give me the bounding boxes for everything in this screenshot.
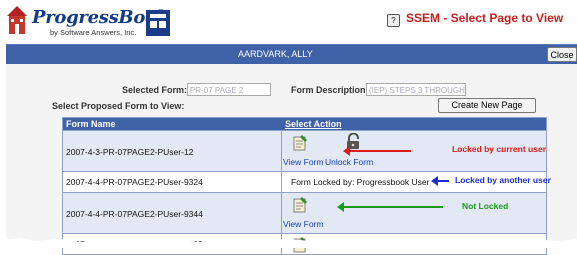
view-form-link[interactable]: View Form bbox=[283, 219, 323, 229]
logo-subtitle: by Software Answers, Inc. bbox=[50, 28, 137, 37]
column-divider bbox=[281, 172, 282, 192]
student-name: AARDVARK, ALLY bbox=[238, 49, 313, 59]
select-proposed-label: Select Proposed Form to View: bbox=[52, 101, 185, 111]
book-icon bbox=[146, 10, 170, 36]
column-divider bbox=[281, 131, 282, 171]
annotation-locked-current: Locked by current user bbox=[452, 144, 547, 154]
create-new-page-button[interactable]: Create New Page bbox=[438, 98, 536, 113]
annotation-locked-another: Locked by another user bbox=[455, 175, 551, 185]
annotation-arrow-blue bbox=[431, 176, 449, 186]
document-edit-icon[interactable] bbox=[293, 134, 308, 151]
column-divider bbox=[281, 193, 282, 233]
student-banner: AARDVARK, ALLY Close bbox=[6, 44, 577, 65]
close-button[interactable]: Close bbox=[547, 47, 577, 62]
annotation-arrow-red bbox=[343, 146, 411, 156]
form-name-cell: 2007-4-4-PR-07PAGE2-PUser-9344 bbox=[66, 209, 203, 219]
unlock-form-link[interactable]: Unlock Form bbox=[325, 157, 373, 167]
table-row: 2007-4-4-PR-07PAGE2-PUser-9344 View Form bbox=[63, 192, 546, 233]
form-description-field[interactable]: (IEP) STEPS 3 THROUGH bbox=[366, 83, 466, 96]
form-description-label: Form Description: bbox=[291, 85, 369, 95]
annotation-arrow-green bbox=[337, 202, 443, 212]
header: ProgressBook by Software Answers, Inc. ?… bbox=[0, 0, 577, 40]
view-form-link[interactable]: View Form bbox=[283, 157, 323, 167]
document-edit-icon[interactable] bbox=[293, 196, 308, 213]
selected-form-label: Selected Form: bbox=[122, 85, 188, 95]
column-header-form-name: Form Name bbox=[66, 119, 116, 129]
torn-edge bbox=[0, 238, 577, 248]
progressbook-logo: ProgressBook by Software Answers, Inc. bbox=[6, 4, 171, 40]
form-name-cell: 2007-4-3-PR-07PAGE2-PUser-12 bbox=[66, 147, 194, 157]
schoolhouse-icon bbox=[7, 6, 27, 34]
selected-form-field[interactable]: PR-07 PAGE 2 bbox=[187, 83, 271, 96]
locked-by-text: Form Locked by: Progressbook User bbox=[291, 177, 430, 187]
table-header: Form Name Select Action bbox=[63, 118, 546, 130]
form-name-cell: 2007-4-4-PR-07PAGE2-PUser-9324 bbox=[66, 177, 203, 187]
main-panel: Selected Form: PR-07 PAGE 2 Form Descrip… bbox=[6, 64, 577, 255]
page-title: SSEM - Select Page to View bbox=[406, 11, 564, 25]
forms-table: Form Name Select Action 2007-4-3-PR-07PA… bbox=[62, 117, 547, 255]
help-icon[interactable]: ? bbox=[387, 14, 400, 27]
annotation-not-locked: Not Locked bbox=[462, 201, 509, 211]
column-header-select-action[interactable]: Select Action bbox=[285, 119, 342, 129]
